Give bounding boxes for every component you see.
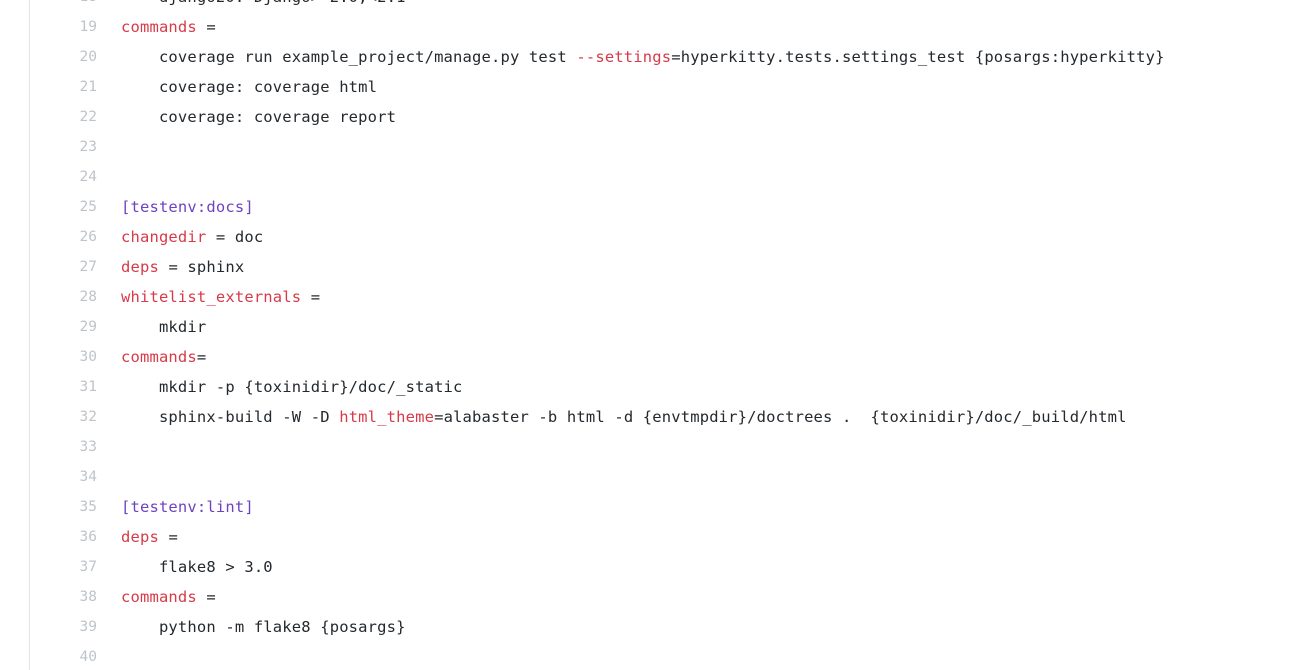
line-content[interactable]: flake8 > 3.0 (121, 552, 273, 582)
line-content[interactable]: coverage run example_project/manage.py t… (121, 42, 1165, 72)
code-token-key: commands (121, 348, 197, 366)
code-line[interactable]: 24 (0, 162, 1312, 192)
code-token-section: [testenv:lint] (121, 498, 254, 516)
line-number[interactable]: 22 (0, 102, 97, 132)
code-token-section: [testenv:docs] (121, 198, 254, 216)
code-line[interactable]: 39 python -m flake8 {posargs} (0, 612, 1312, 642)
code-token-plain: = doc (206, 228, 264, 246)
line-content[interactable]: [testenv:docs] (121, 192, 254, 222)
code-token-key: deps (121, 528, 159, 546)
code-line[interactable]: 23 (0, 132, 1312, 162)
line-number[interactable]: 26 (0, 222, 97, 252)
line-number[interactable]: 38 (0, 582, 97, 612)
line-number[interactable]: 18 (0, 0, 97, 12)
line-content[interactable]: mkdir -p {toxinidir}/doc/_static (121, 372, 463, 402)
line-content[interactable]: python -m flake8 {posargs} (121, 612, 406, 642)
code-token-plain: =hyperkitty.tests.settings_test {posargs… (671, 48, 1165, 66)
code-line[interactable]: 37 flake8 > 3.0 (0, 552, 1312, 582)
line-number[interactable]: 20 (0, 42, 97, 72)
code-line[interactable]: 25 [testenv:docs] (0, 192, 1312, 222)
line-number[interactable]: 33 (0, 432, 97, 462)
line-content[interactable]: changedir = doc (121, 222, 263, 252)
line-number[interactable]: 32 (0, 402, 97, 432)
code-file-viewer[interactable]: 18 django20: Django>=2.0,<2.119commands … (0, 0, 1312, 670)
code-token-key: whitelist_externals (121, 288, 302, 306)
line-number[interactable]: 35 (0, 492, 97, 522)
code-line[interactable]: 36 deps = (0, 522, 1312, 552)
code-token-plain: = (196, 588, 216, 606)
code-token-plain: = (196, 18, 216, 36)
code-line[interactable]: 40 (0, 642, 1312, 670)
code-token-plain: sphinx-build -W -D (121, 408, 340, 426)
code-line[interactable]: 34 (0, 462, 1312, 492)
code-token-plain: django20: Django>=2.0,<2.1 (121, 0, 406, 6)
line-content[interactable]: commands = (121, 12, 216, 42)
code-token-plain: coverage: coverage html (121, 78, 378, 96)
code-line[interactable]: 22 coverage: coverage report (0, 102, 1312, 132)
line-number[interactable]: 31 (0, 372, 97, 402)
code-line[interactable]: 18 django20: Django>=2.0,<2.1 (0, 0, 1312, 12)
code-token-plain: python -m flake8 {posargs} (121, 618, 406, 636)
line-content[interactable]: commands = (121, 582, 216, 612)
code-line[interactable]: 26 changedir = doc (0, 222, 1312, 252)
line-number[interactable]: 39 (0, 612, 97, 642)
code-line[interactable]: 30 commands= (0, 342, 1312, 372)
code-line[interactable]: 21 coverage: coverage html (0, 72, 1312, 102)
line-content[interactable]: mkdir (121, 312, 206, 342)
code-token-key: deps (121, 258, 159, 276)
code-line[interactable]: 29 mkdir (0, 312, 1312, 342)
code-line[interactable]: 27 deps = sphinx (0, 252, 1312, 282)
code-line[interactable]: 20 coverage run example_project/manage.p… (0, 42, 1312, 72)
line-number[interactable]: 40 (0, 642, 97, 670)
code-token-plain: = (158, 528, 178, 546)
line-number[interactable]: 21 (0, 72, 97, 102)
code-token-key: commands (121, 588, 197, 606)
line-content[interactable]: whitelist_externals = (121, 282, 320, 312)
code-token-key: --settings (576, 48, 672, 66)
code-token-plain: mkdir -p {toxinidir}/doc/_static (121, 378, 463, 396)
code-token-plain: mkdir (121, 318, 207, 336)
line-content[interactable]: [testenv:lint] (121, 492, 254, 522)
code-token-plain: coverage run example_project/manage.py t… (121, 48, 577, 66)
line-number[interactable]: 30 (0, 342, 97, 372)
code-line[interactable]: 28 whitelist_externals = (0, 282, 1312, 312)
code-token-key: html_theme (339, 408, 435, 426)
line-content[interactable]: coverage: coverage report (121, 102, 396, 132)
code-token-plain: = (196, 348, 207, 366)
line-number[interactable]: 37 (0, 552, 97, 582)
line-number[interactable]: 34 (0, 462, 97, 492)
line-number[interactable]: 27 (0, 252, 97, 282)
line-content[interactable]: deps = (121, 522, 178, 552)
line-content[interactable]: commands= (121, 342, 206, 372)
line-number[interactable]: 25 (0, 192, 97, 222)
line-number[interactable]: 36 (0, 522, 97, 552)
code-line[interactable]: 38 commands = (0, 582, 1312, 612)
code-line[interactable]: 19 commands = (0, 12, 1312, 42)
code-line-list: 18 django20: Django>=2.0,<2.119commands … (0, 0, 1312, 670)
line-content[interactable]: deps = sphinx (121, 252, 244, 282)
code-token-plain: flake8 > 3.0 (121, 558, 273, 576)
code-token-key: changedir (121, 228, 207, 246)
line-number[interactable]: 19 (0, 12, 97, 42)
code-line[interactable]: 32 sphinx-build -W -D html_theme=alabast… (0, 402, 1312, 432)
line-content[interactable]: coverage: coverage html (121, 72, 377, 102)
line-content[interactable]: django20: Django>=2.0,<2.1 (121, 0, 406, 12)
line-number[interactable]: 23 (0, 132, 97, 162)
code-token-key: commands (121, 18, 197, 36)
code-line[interactable]: 33 (0, 432, 1312, 462)
code-line[interactable]: 35 [testenv:lint] (0, 492, 1312, 522)
line-number[interactable]: 29 (0, 312, 97, 342)
code-token-plain: coverage: coverage report (121, 108, 397, 126)
line-number[interactable]: 28 (0, 282, 97, 312)
code-token-plain: = (301, 288, 321, 306)
code-token-plain: =alabaster -b html -d {envtmpdir}/doctre… (434, 408, 1127, 426)
line-number[interactable]: 24 (0, 162, 97, 192)
line-content[interactable]: sphinx-build -W -D html_theme=alabaster … (121, 402, 1127, 432)
code-line[interactable]: 31 mkdir -p {toxinidir}/doc/_static (0, 372, 1312, 402)
code-token-plain: = sphinx (158, 258, 245, 276)
